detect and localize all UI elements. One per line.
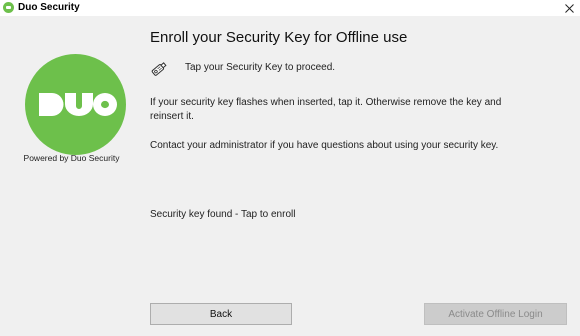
duo-logo-icon [25,54,126,155]
close-icon [564,3,574,13]
status-text: Security key found - Tap to enroll [150,209,296,220]
security-key-icon [150,60,168,78]
window-title: Duo Security [18,2,80,13]
tap-instruction: Tap your Security Key to proceed. [185,62,336,73]
powered-by-text: Powered by Duo Security [23,153,120,163]
duo-app-icon [3,2,14,13]
title-bar: Duo Security [0,0,580,16]
close-button[interactable] [558,0,580,16]
activate-offline-login-button[interactable]: Activate Offline Login [424,303,567,325]
contact-admin-text: Contact your administrator if you have q… [150,140,499,151]
sidebar: Powered by Duo Security [0,16,140,216]
reinsert-instruction: If your security key flashes when insert… [150,97,502,122]
page-title: Enroll your Security Key for Offline use [150,29,408,46]
back-button[interactable]: Back [150,303,292,325]
